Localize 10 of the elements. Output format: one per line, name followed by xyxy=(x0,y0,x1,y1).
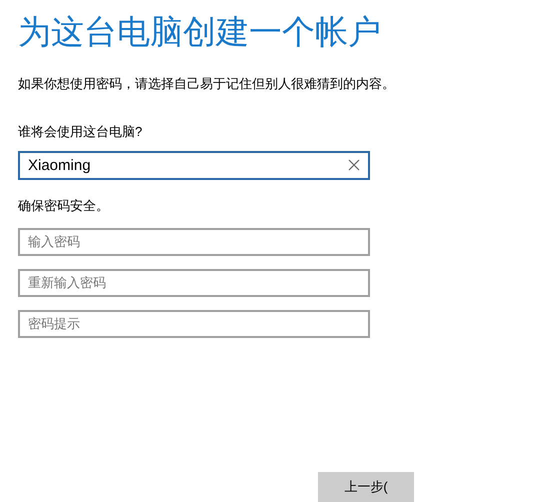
password-field[interactable]: 输入密码 xyxy=(18,228,370,256)
field-label: 谁将会使用这台电脑? xyxy=(18,122,142,140)
back-button[interactable]: 上一步( xyxy=(318,472,414,502)
page-title: 为这台电脑创建一个帐户 xyxy=(18,11,381,53)
field-label: 确保密码安全。 xyxy=(18,197,109,215)
close-icon[interactable] xyxy=(348,159,360,171)
user-name-field[interactable]: Xiaoming xyxy=(18,151,370,180)
password-field[interactable]: 重新输入密码 xyxy=(18,268,370,296)
password-field[interactable]: 密码提示 xyxy=(18,310,370,338)
description-text: 如果你想使用密码，请选择自己易于记住但别人很难猜到的内容。 xyxy=(18,75,395,93)
